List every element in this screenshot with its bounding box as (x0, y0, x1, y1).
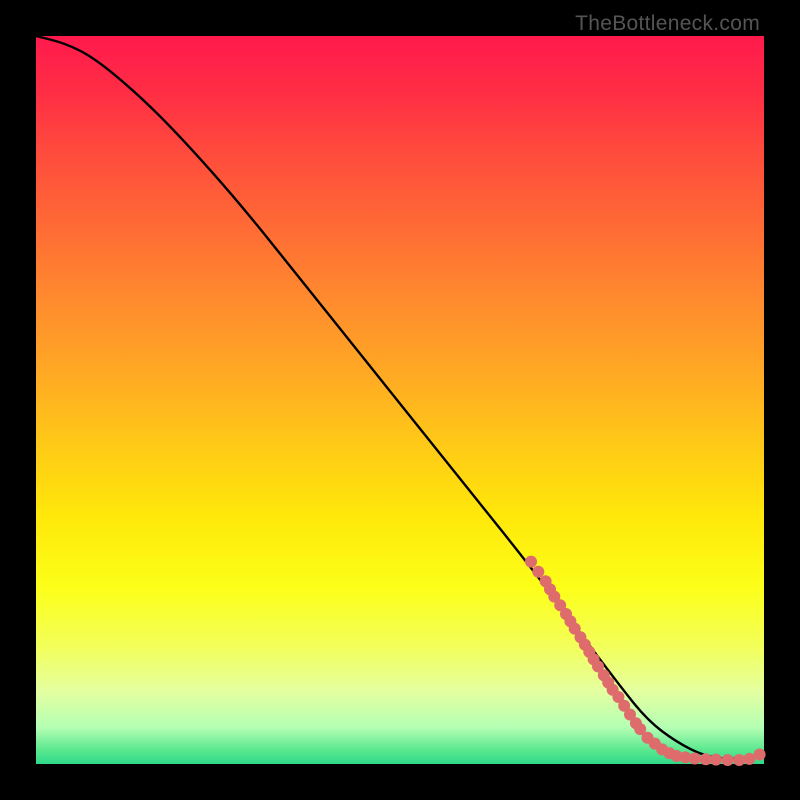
plot-area (36, 36, 764, 764)
curve-marker (689, 753, 701, 765)
watermark-text: TheBottleneck.com (575, 12, 760, 36)
curve-marker (743, 753, 755, 765)
curve-marker (733, 754, 745, 766)
chart-svg (36, 36, 764, 764)
curve-marker (754, 749, 766, 761)
curve-marker (710, 754, 722, 766)
curve-marker (700, 753, 712, 765)
chart-frame: TheBottleneck.com (0, 0, 800, 800)
curve-markers (525, 556, 766, 766)
bottleneck-curve (36, 36, 764, 759)
curve-marker (532, 566, 544, 578)
curve-marker (525, 556, 537, 568)
curve-marker (722, 754, 734, 766)
